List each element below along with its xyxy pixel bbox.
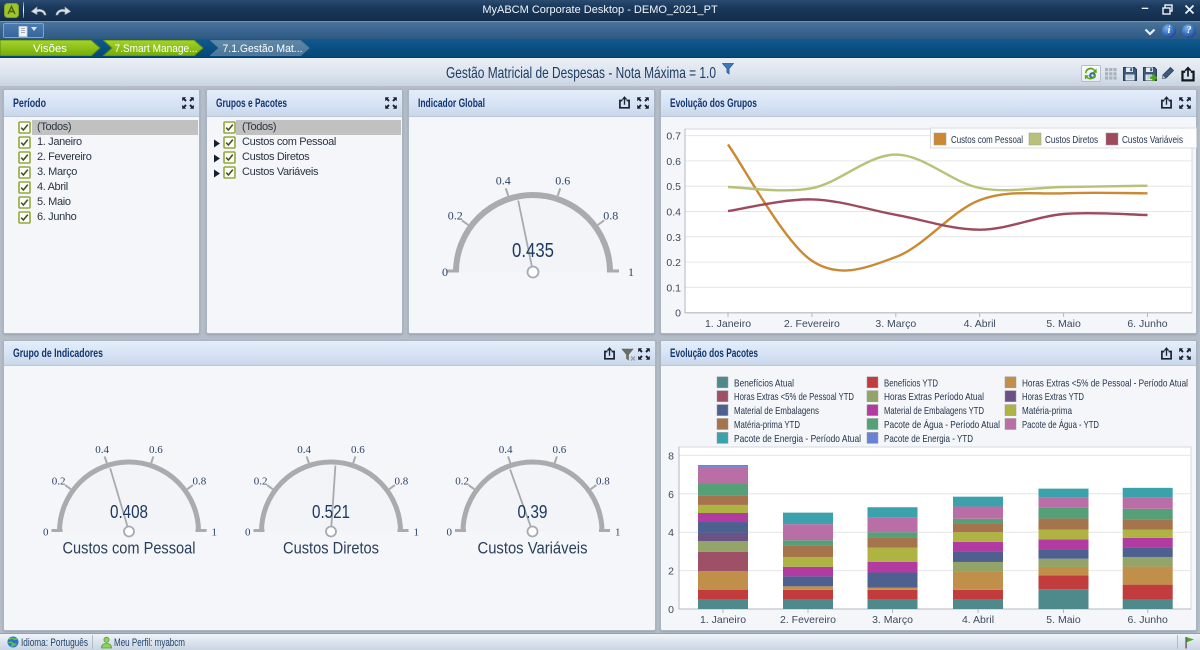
svg-text:Horas Extras <5% de Pessoal -: Horas Extras <5% de Pessoal - Período At… — [1022, 377, 1188, 389]
svg-text:4. Abril: 4. Abril — [962, 614, 994, 626]
svg-text:0.8: 0.8 — [603, 209, 618, 223]
svg-text:0: 0 — [668, 604, 674, 616]
svg-text:Matéria-prima YTD: Matéria-prima YTD — [734, 419, 800, 431]
svg-text:0: 0 — [447, 527, 453, 539]
svg-text:0.2: 0.2 — [52, 475, 66, 487]
svg-text:5. Maio: 5. Maio — [1046, 614, 1081, 626]
svg-text:Custos Diretos: Custos Diretos — [283, 539, 379, 558]
svg-text:2. Fevereiro: 2. Fevereiro — [780, 614, 836, 626]
svg-text:1: 1 — [615, 527, 621, 539]
svg-text:6. Junho: 6. Junho — [1127, 318, 1167, 330]
svg-text:Pacote de Energia - YTD: Pacote de Energia - YTD — [884, 433, 973, 445]
svg-text:5. Maio: 5. Maio — [1046, 318, 1081, 330]
svg-text:4: 4 — [668, 527, 674, 539]
svg-text:Pacote de Energia - Período At: Pacote de Energia - Período Atual — [734, 433, 861, 445]
svg-text:0: 0 — [442, 265, 448, 279]
svg-text:Horas Extras Período Atual: Horas Extras Período Atual — [884, 391, 984, 403]
svg-text:Pacote de Água - Período Atual: Pacote de Água - Período Atual — [884, 418, 1000, 431]
svg-text:1. Janeiro: 1. Janeiro — [705, 318, 751, 330]
svg-text:Indicador Global: Indicador Global — [418, 96, 485, 110]
svg-text:0.4: 0.4 — [297, 444, 311, 456]
svg-text:Evolução dos Grupos: Evolução dos Grupos — [670, 96, 757, 110]
svg-text:0.4: 0.4 — [496, 174, 511, 188]
svg-text:0.6: 0.6 — [553, 444, 567, 456]
svg-text:3. Março: 3. Março — [872, 614, 913, 626]
svg-text:Grupos e Pacotes: Grupos e Pacotes — [216, 96, 287, 110]
svg-text:0.8: 0.8 — [395, 475, 409, 487]
svg-text:1. Janeiro: 1. Janeiro — [700, 614, 746, 626]
svg-text:0: 0 — [43, 527, 49, 539]
svg-text:Matéria-prima: Matéria-prima — [1022, 405, 1072, 417]
svg-text:Período: Período — [13, 96, 46, 110]
svg-text:0.5: 0.5 — [666, 181, 681, 193]
svg-text:Visões: Visões — [33, 43, 68, 55]
svg-text:Benefícios Atual: Benefícios Atual — [734, 377, 794, 389]
svg-text:Custos com Pessoal: Custos com Pessoal — [63, 539, 196, 558]
svg-text:0.521: 0.521 — [312, 502, 350, 522]
svg-text:Benefícios YTD: Benefícios YTD — [884, 377, 938, 389]
svg-text:Material de Embalagens YTD: Material de Embalagens YTD — [884, 405, 984, 417]
svg-text:Idioma: Português: Idioma: Português — [21, 637, 88, 649]
svg-text:Horas Extras <5% de Pessoal YT: Horas Extras <5% de Pessoal YTD — [734, 391, 854, 403]
svg-text:2. Fevereiro: 2. Fevereiro — [784, 318, 840, 330]
svg-text:0.8: 0.8 — [193, 475, 207, 487]
svg-text:0.4: 0.4 — [499, 444, 513, 456]
svg-text:Material de Embalagens: Material de Embalagens — [734, 405, 819, 417]
svg-text:0.7: 0.7 — [666, 131, 681, 143]
svg-text:0.6: 0.6 — [666, 156, 681, 168]
svg-text:Pacote de Água - YTD: Pacote de Água - YTD — [1022, 418, 1099, 431]
svg-text:Custos Variáveis: Custos Variáveis — [478, 539, 588, 558]
svg-text:Custos com Pessoal: Custos com Pessoal — [951, 134, 1023, 146]
svg-text:Meu Perfil: myabcm: Meu Perfil: myabcm — [114, 637, 185, 649]
svg-text:0.2: 0.2 — [666, 257, 681, 269]
svg-text:Horas Extras YTD: Horas Extras YTD — [1022, 391, 1084, 403]
svg-text:6. Junho: 6. Junho — [1128, 614, 1168, 626]
svg-text:Custos Diretos: Custos Diretos — [1045, 134, 1098, 146]
svg-text:0: 0 — [675, 308, 681, 320]
svg-text:7.1.Gestão Mat...: 7.1.Gestão Mat... — [223, 43, 303, 55]
svg-text:7.Smart Manage...: 7.Smart Manage... — [115, 43, 198, 55]
svg-text:Grupo de Indicadores: Grupo de Indicadores — [13, 346, 103, 360]
svg-text:0.3: 0.3 — [666, 232, 681, 244]
svg-text:Custos Variáveis: Custos Variáveis — [1122, 134, 1183, 146]
svg-text:8: 8 — [668, 450, 674, 462]
svg-text:1: 1 — [414, 527, 420, 539]
svg-text:Gestão Matricial de Despesas -: Gestão Matricial de Despesas - Nota Máxi… — [446, 65, 716, 82]
svg-text:Evolução dos Pacotes: Evolução dos Pacotes — [670, 346, 758, 360]
svg-text:1: 1 — [212, 527, 218, 539]
svg-text:2: 2 — [668, 566, 674, 578]
svg-text:0.6: 0.6 — [149, 444, 163, 456]
svg-text:0.4: 0.4 — [666, 207, 681, 219]
svg-text:0.2: 0.2 — [448, 209, 463, 223]
svg-text:0: 0 — [245, 527, 251, 539]
svg-text:0.8: 0.8 — [596, 475, 610, 487]
svg-text:0.39: 0.39 — [518, 502, 548, 522]
svg-text:0.6: 0.6 — [351, 444, 365, 456]
svg-text:0.1: 0.1 — [666, 282, 681, 294]
svg-text:0.2: 0.2 — [254, 475, 268, 487]
svg-text:4. Abril: 4. Abril — [964, 318, 996, 330]
svg-text:0.4: 0.4 — [95, 444, 109, 456]
svg-text:0.6: 0.6 — [555, 174, 570, 188]
svg-text:0.2: 0.2 — [455, 475, 469, 487]
svg-text:6: 6 — [668, 489, 674, 501]
svg-text:1: 1 — [628, 265, 634, 279]
svg-text:3. Março: 3. Março — [875, 318, 916, 330]
svg-text:0.435: 0.435 — [512, 240, 554, 262]
svg-text:0.408: 0.408 — [110, 502, 148, 522]
